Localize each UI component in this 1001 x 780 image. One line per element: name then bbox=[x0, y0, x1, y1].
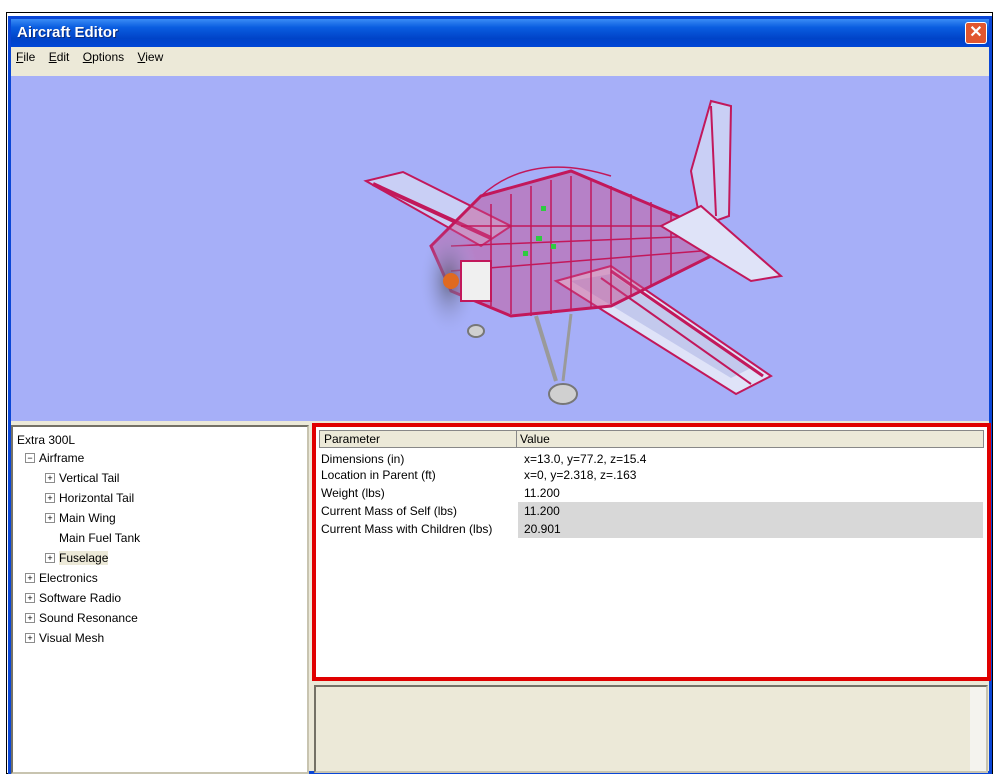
expand-icon[interactable]: + bbox=[45, 492, 55, 503]
close-button[interactable]: ✕ bbox=[965, 22, 987, 44]
collapse-icon[interactable]: − bbox=[25, 452, 35, 463]
table-row[interactable]: Location in Parent (ft) x=0, y=2.318, z=… bbox=[320, 466, 983, 484]
column-header-parameter[interactable]: Parameter bbox=[320, 431, 517, 447]
tree-item-main-wing[interactable]: + Main Wing bbox=[45, 509, 116, 527]
close-icon: ✕ bbox=[969, 24, 983, 41]
wheel bbox=[548, 383, 578, 405]
expand-icon[interactable]: + bbox=[25, 612, 35, 623]
title-bar[interactable]: Aircraft Editor ✕ bbox=[11, 19, 989, 47]
tree-root[interactable]: Extra 300L bbox=[17, 431, 75, 449]
parameter-cell: Location in Parent (ft) bbox=[321, 468, 436, 482]
value-cell[interactable]: 11.200 bbox=[518, 484, 983, 502]
table-row[interactable]: Current Mass with Children (lbs) 20.901 bbox=[320, 520, 983, 538]
tree-item-vertical-tail[interactable]: + Vertical Tail bbox=[45, 469, 119, 487]
expand-icon[interactable]: + bbox=[25, 632, 35, 643]
tree-item-electronics[interactable]: + Electronics bbox=[25, 569, 98, 587]
tree-item-horizontal-tail[interactable]: + Horizontal Tail bbox=[45, 489, 134, 507]
menu-edit[interactable]: Edit bbox=[44, 48, 75, 66]
details-panel bbox=[314, 685, 988, 773]
parameter-cell: Current Mass with Children (lbs) bbox=[321, 522, 493, 536]
table-row[interactable]: Weight (lbs) 11.200 bbox=[320, 484, 983, 502]
expand-icon[interactable]: + bbox=[25, 592, 35, 603]
vertical-scrollbar[interactable] bbox=[970, 687, 986, 771]
tree-item-main-fuel-tank[interactable]: Main Fuel Tank bbox=[59, 529, 140, 547]
window-title: Aircraft Editor bbox=[17, 24, 118, 41]
menu-bar: File Edit Options View bbox=[11, 47, 989, 68]
expand-icon[interactable]: + bbox=[45, 552, 55, 563]
grid-header: Parameter Value bbox=[319, 430, 984, 448]
tree-item-fuselage[interactable]: + Fuselage bbox=[45, 549, 109, 567]
value-cell[interactable]: 11.200 bbox=[518, 502, 983, 520]
aircraft-editor-window: Aircraft Editor ✕ File Edit Options View bbox=[8, 16, 992, 774]
column-header-value[interactable]: Value bbox=[516, 431, 550, 447]
value-cell[interactable]: 20.901 bbox=[518, 520, 983, 538]
value-cell[interactable]: x=0, y=2.318, z=.163 bbox=[518, 466, 983, 484]
expand-icon[interactable]: + bbox=[45, 512, 55, 523]
parameter-cell: Weight (lbs) bbox=[321, 486, 385, 500]
component-tree[interactable]: Extra 300L − Airframe + Vertical Tail + Hor… bbox=[11, 425, 309, 774]
landing-gear bbox=[534, 315, 558, 382]
menu-view[interactable]: View bbox=[132, 48, 168, 66]
tree-item-visual-mesh[interactable]: + Visual Mesh bbox=[25, 629, 104, 647]
tree-item-airframe[interactable]: − Airframe bbox=[25, 449, 84, 467]
parameter-cell: Current Mass of Self (lbs) bbox=[321, 504, 458, 518]
expand-icon[interactable]: + bbox=[45, 472, 55, 483]
tree-item-sound-resonance[interactable]: + Sound Resonance bbox=[25, 609, 138, 627]
menu-file[interactable]: File bbox=[11, 48, 40, 66]
tree-item-software-radio[interactable]: + Software Radio bbox=[25, 589, 121, 607]
properties-grid: Parameter Value Dimensions (in) x=13.0, … bbox=[312, 423, 991, 681]
3d-viewport[interactable] bbox=[11, 76, 989, 421]
table-row[interactable]: Current Mass of Self (lbs) 11.200 bbox=[320, 502, 983, 520]
expand-icon[interactable]: + bbox=[25, 572, 35, 583]
menu-options[interactable]: Options bbox=[78, 48, 129, 66]
aircraft-model-render bbox=[363, 99, 784, 405]
